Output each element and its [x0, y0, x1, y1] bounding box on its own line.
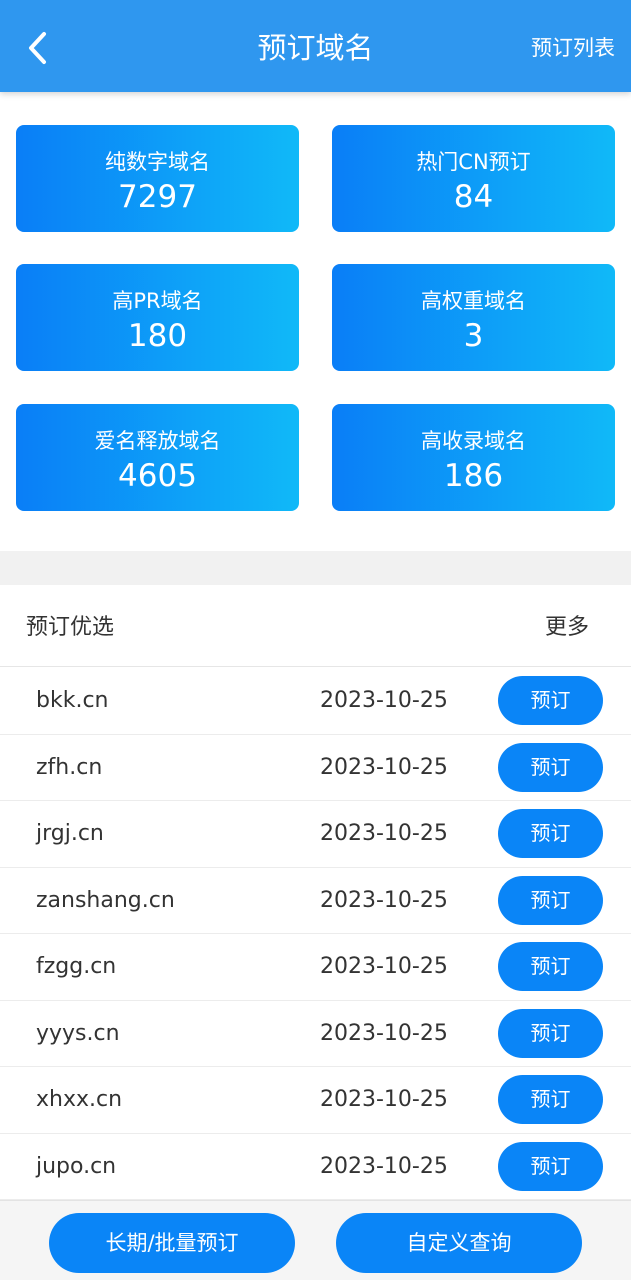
more-link[interactable]: 更多	[545, 613, 589, 643]
reserve-button[interactable]: 预订	[498, 875, 603, 925]
list-item: bkk.cn 2023-10-25 预订	[0, 668, 631, 735]
stat-card-numeric-domains[interactable]: 纯数字域名 7297	[16, 125, 299, 232]
stat-card-count: 7297	[118, 179, 197, 215]
stat-card-label: 高权重域名	[421, 289, 526, 313]
domain-date: 2023-10-25	[320, 1020, 448, 1046]
domain-date: 2023-10-25	[320, 821, 448, 846]
section-title: 预订优选	[26, 615, 115, 640]
reserve-button[interactable]: 预订	[498, 942, 603, 991]
list-item: zfh.cn 2023-10-25 预订	[0, 734, 631, 801]
section-header: 预订优选 更多	[0, 585, 631, 667]
domain-list: bkk.cn 2023-10-25 预订 zfh.cn 2023-10-25 预…	[0, 668, 631, 1200]
domain-date: 2023-10-25	[320, 754, 448, 780]
back-button[interactable]	[18, 28, 58, 68]
list-item: fzgg.cn 2023-10-25 预订	[0, 934, 631, 1001]
stat-card-label: 热门CN预订	[416, 150, 531, 174]
custom-query-button[interactable]: 自定义查询	[336, 1213, 582, 1273]
stat-card-count: 186	[443, 458, 504, 494]
reserve-button[interactable]: 预订	[498, 1075, 603, 1124]
section-divider	[0, 551, 631, 585]
list-item: yyys.cn 2023-10-25 预订	[0, 1000, 631, 1067]
stat-card-high-index[interactable]: 高收录域名 186	[332, 404, 615, 511]
domain-name: zfh.cn	[36, 754, 103, 780]
stat-card-high-pr[interactable]: 高PR域名 180	[16, 264, 299, 371]
reserve-button[interactable]: 预订	[498, 742, 603, 792]
chevron-left-icon	[29, 32, 46, 64]
reserve-button[interactable]: 预订	[498, 809, 603, 858]
stat-card-count: 3	[463, 318, 484, 354]
reserve-button[interactable]: 预订	[498, 1141, 603, 1191]
app-header: 预订域名 预订列表	[0, 0, 631, 92]
reserve-button[interactable]: 预订	[498, 1008, 603, 1058]
domain-name: jupo.cn	[36, 1153, 117, 1179]
domain-date: 2023-10-25	[320, 1153, 448, 1179]
domain-name: yyys.cn	[36, 1020, 120, 1046]
domain-name: fzgg.cn	[36, 954, 117, 979]
stat-card-hot-cn[interactable]: 热门CN预订 84	[332, 125, 615, 232]
domain-name: jrgj.cn	[36, 821, 104, 846]
stats-grid: 纯数字域名 7297 热门CN预订 84 高PR域名 180 高权重域名 3 爱…	[0, 92, 631, 551]
stat-card-count: 180	[127, 318, 188, 354]
stat-card-label: 高PR域名	[112, 289, 203, 313]
domain-date: 2023-10-25	[320, 688, 448, 713]
stat-card-label: 纯数字域名	[105, 150, 210, 174]
stat-card-released-domains[interactable]: 爱名释放域名 4605	[16, 404, 299, 511]
list-item: jrgj.cn 2023-10-25 预订	[0, 801, 631, 868]
reservation-list-link[interactable]: 预订列表	[531, 32, 615, 64]
stat-card-label: 高收录域名	[421, 429, 526, 453]
stat-card-high-weight[interactable]: 高权重域名 3	[332, 264, 615, 371]
bulk-reserve-button[interactable]: 长期/批量预订	[49, 1213, 295, 1273]
list-item: zanshang.cn 2023-10-25 预订	[0, 867, 631, 934]
reserve-button[interactable]: 预订	[498, 676, 603, 725]
domain-name: bkk.cn	[36, 688, 109, 713]
domain-date: 2023-10-25	[320, 1087, 448, 1112]
domain-date: 2023-10-25	[320, 954, 448, 979]
domain-name: xhxx.cn	[36, 1087, 123, 1112]
stat-card-label: 爱名释放域名	[94, 429, 221, 453]
list-item: xhxx.cn 2023-10-25 预订	[0, 1067, 631, 1134]
stat-card-count: 4605	[118, 458, 197, 494]
domain-date: 2023-10-25	[320, 887, 448, 913]
domain-name: zanshang.cn	[36, 887, 175, 913]
stat-card-count: 84	[453, 179, 494, 215]
bottom-action-bar: 长期/批量预订 自定义查询	[0, 1200, 631, 1280]
list-item: jupo.cn 2023-10-25 预订	[0, 1133, 631, 1200]
